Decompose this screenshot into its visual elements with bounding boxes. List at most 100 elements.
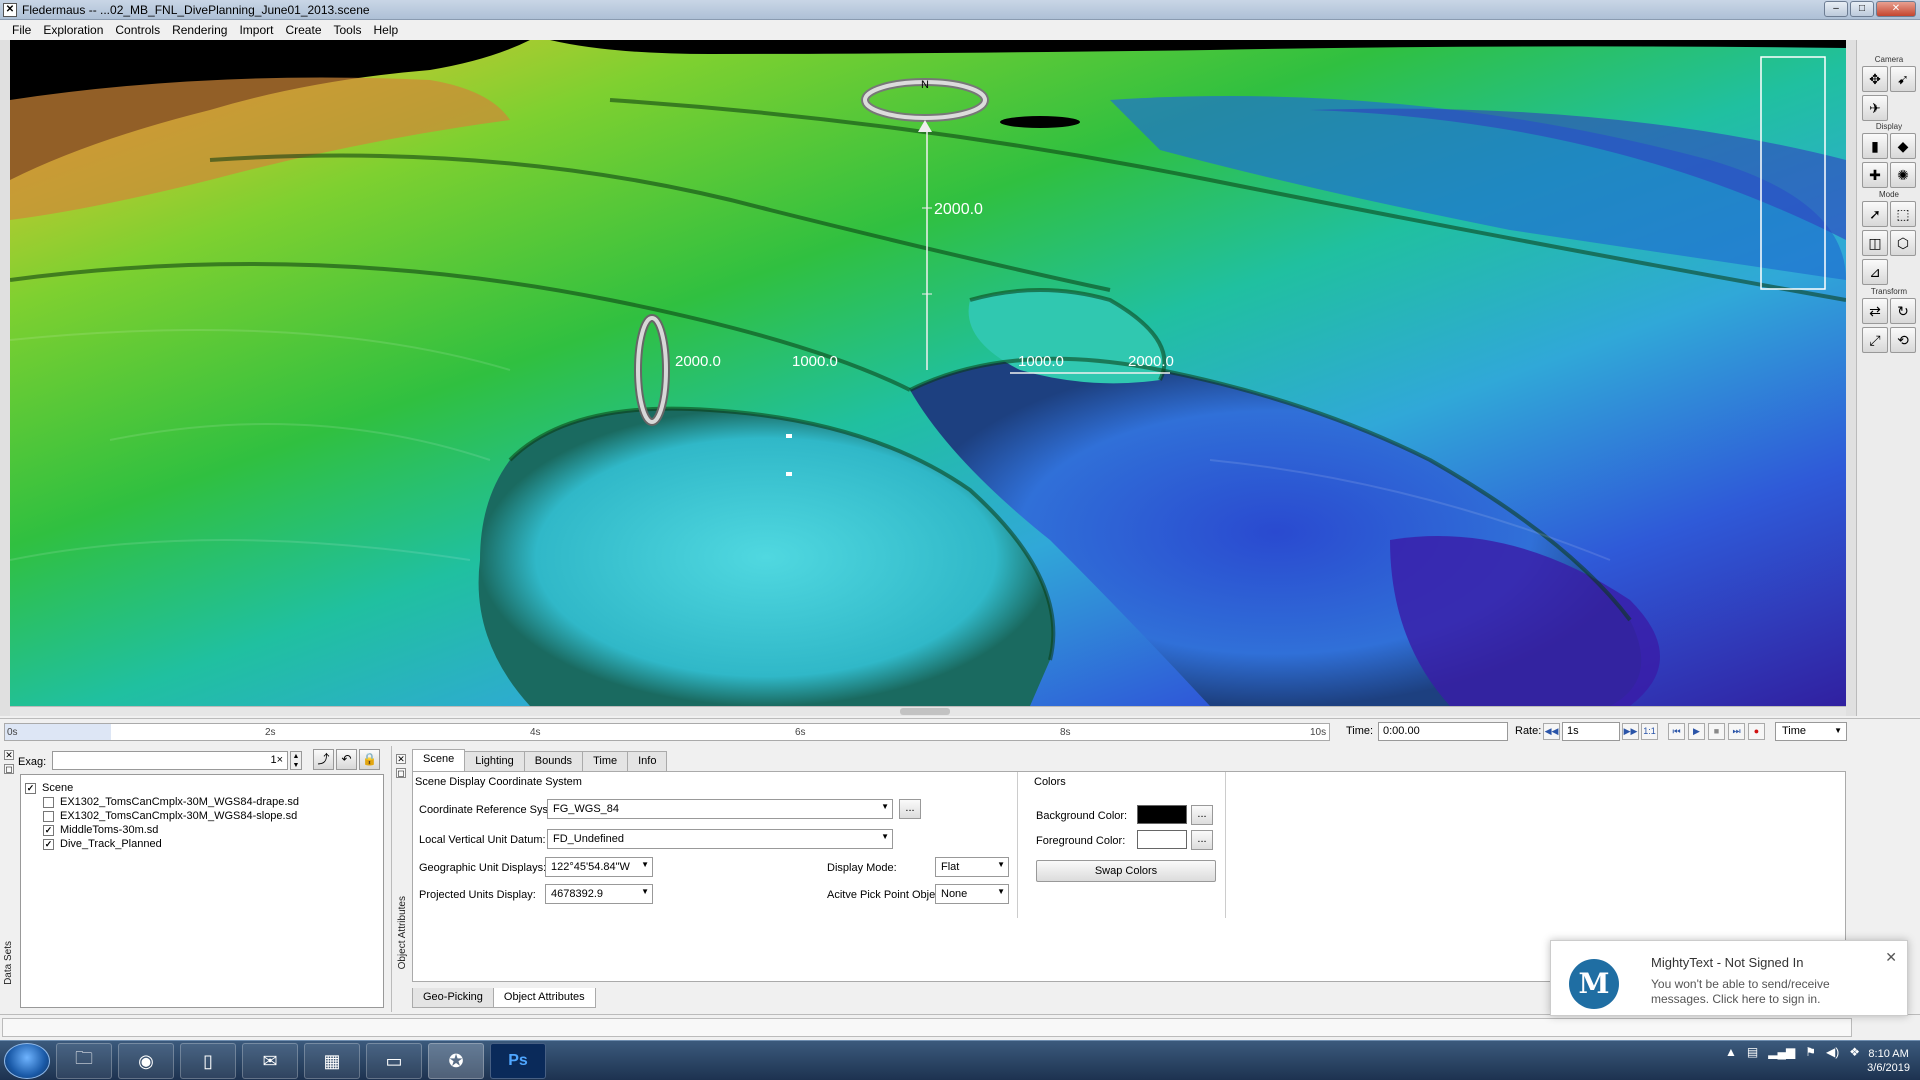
- close-panel-icon[interactable]: ✕: [396, 754, 406, 764]
- viewport-hscroll[interactable]: [10, 706, 1846, 716]
- swap-colors-button[interactable]: Swap Colors: [1036, 860, 1216, 882]
- start-button[interactable]: [4, 1043, 50, 1079]
- axes-icon[interactable]: ✚: [1862, 162, 1888, 188]
- checkbox[interactable]: ✓: [43, 838, 54, 850]
- tab-lighting[interactable]: Lighting: [464, 751, 525, 771]
- document-icon[interactable]: ▯: [180, 1043, 236, 1079]
- tab-scene[interactable]: Scene: [412, 749, 466, 771]
- menu-tools[interactable]: Tools: [328, 23, 368, 37]
- checkbox[interactable]: ✓: [43, 824, 54, 836]
- time-input[interactable]: 0:00.00: [1378, 722, 1508, 741]
- crs-select[interactable]: FG_WGS_84 ▼: [547, 799, 893, 819]
- rate-ratio-button[interactable]: 1:1: [1641, 723, 1658, 740]
- shading-icon[interactable]: ◆: [1890, 133, 1916, 159]
- pick-icon[interactable]: ⤴: [313, 749, 334, 770]
- transform-reset-icon[interactable]: ⟲: [1890, 327, 1916, 353]
- proj-units-select[interactable]: 4678392.9 ▼: [545, 884, 653, 904]
- play-icon[interactable]: ▶: [1688, 723, 1705, 740]
- notification-body[interactable]: You won't be able to send/receive messag…: [1651, 977, 1871, 1007]
- left-splitter[interactable]: [0, 40, 10, 716]
- menu-import[interactable]: Import: [233, 23, 279, 37]
- box-select-icon[interactable]: ⬚: [1890, 201, 1916, 227]
- clock[interactable]: 8:10 AM 3/6/2019: [1867, 1047, 1910, 1075]
- record-icon[interactable]: ●: [1748, 723, 1765, 740]
- time-mode-select[interactable]: Time ▼: [1775, 722, 1847, 741]
- select-arrow-icon[interactable]: ➚: [1862, 201, 1888, 227]
- tree-item-middletoms[interactable]: ✓ MiddleToms-30m.sd: [43, 823, 158, 837]
- bathymetry-render[interactable]: N 2000.0 2000.0 1000.0 1000.0 2000.0: [10, 40, 1846, 706]
- transform-rotate-icon[interactable]: ↻: [1890, 298, 1916, 324]
- tab-info[interactable]: Info: [627, 751, 668, 771]
- checkbox[interactable]: ✓: [25, 782, 36, 794]
- geo-units-select[interactable]: 122°45'54.84"W ▼: [545, 857, 653, 877]
- fledermaus-icon[interactable]: ✪: [428, 1043, 484, 1079]
- menu-rendering[interactable]: Rendering: [166, 23, 233, 37]
- rate-slower-icon[interactable]: ◀◀: [1543, 723, 1560, 740]
- maximize-button[interactable]: □: [1850, 1, 1874, 17]
- close-button[interactable]: ✕: [1876, 1, 1916, 17]
- transform-scale-icon[interactable]: ⤢: [1862, 327, 1888, 353]
- photoshop-icon[interactable]: Ps: [490, 1043, 546, 1079]
- thunderbird-icon[interactable]: ✉: [242, 1043, 298, 1079]
- tab-bounds[interactable]: Bounds: [523, 751, 584, 771]
- timeline-track[interactable]: 0s 2s 4s 6s 8s 10s: [4, 723, 1330, 741]
- app-icon[interactable]: ✕: [3, 3, 17, 17]
- bg-color-more-button[interactable]: ...: [1191, 805, 1213, 825]
- menu-controls[interactable]: Controls: [109, 23, 166, 37]
- lasso-icon[interactable]: ◫: [1862, 230, 1888, 256]
- polygon-select-icon[interactable]: ⬡: [1890, 230, 1916, 256]
- close-icon[interactable]: ✕: [1885, 949, 1897, 966]
- checkbox[interactable]: [43, 810, 54, 822]
- right-splitter[interactable]: [1846, 40, 1856, 716]
- tray-network-icon[interactable]: ▤: [1747, 1045, 1758, 1059]
- lighting-icon[interactable]: ✺: [1890, 162, 1916, 188]
- calculator-icon[interactable]: ▦: [304, 1043, 360, 1079]
- hscroll-thumb[interactable]: [900, 708, 950, 715]
- explorer-icon[interactable]: 🗀: [56, 1043, 112, 1079]
- skip-end-icon[interactable]: ⏭: [1728, 723, 1745, 740]
- checkbox[interactable]: [43, 796, 54, 808]
- skip-start-icon[interactable]: ⏮: [1668, 723, 1685, 740]
- tree-item-slope[interactable]: EX1302_TomsCanCmplx-30M_WGS84-slope.sd: [43, 809, 297, 823]
- camera-fly-icon[interactable]: ➹: [1890, 66, 1916, 92]
- close-panel-icon[interactable]: ✕: [4, 750, 14, 760]
- tree-item-drape[interactable]: EX1302_TomsCanCmplx-30M_WGS84-drape.sd: [43, 795, 299, 809]
- exag-input[interactable]: 1×: [52, 751, 288, 770]
- minimize-button[interactable]: –: [1824, 1, 1848, 17]
- camera-walk-icon[interactable]: ✈: [1862, 95, 1888, 121]
- cmd-icon[interactable]: ▭: [366, 1043, 422, 1079]
- tree-item-dive-track[interactable]: ✓ Dive_Track_Planned: [43, 837, 162, 851]
- tray-expand-icon[interactable]: ▲: [1725, 1045, 1737, 1059]
- tree-item-scene[interactable]: ✓ Scene: [25, 781, 73, 795]
- undo-icon[interactable]: ↶: [336, 749, 357, 770]
- fg-color-more-button[interactable]: ...: [1191, 830, 1213, 850]
- colormap-icon[interactable]: ▮: [1862, 133, 1888, 159]
- tab-geo-picking[interactable]: Geo-Picking: [412, 988, 494, 1008]
- volume-icon[interactable]: ◀): [1826, 1045, 1839, 1059]
- bg-color-swatch[interactable]: [1137, 805, 1187, 824]
- dropbox-icon[interactable]: ❖: [1849, 1045, 1860, 1059]
- display-mode-select[interactable]: Flat ▼: [935, 857, 1009, 877]
- restore-panel-icon[interactable]: ◻: [396, 768, 406, 778]
- lock-icon[interactable]: 🔒: [359, 749, 380, 770]
- signal-icon[interactable]: ▂▄▆: [1768, 1045, 1795, 1059]
- vdatum-select[interactable]: FD_Undefined ▼: [547, 829, 893, 849]
- menu-exploration[interactable]: Exploration: [37, 23, 109, 37]
- scene-viewport[interactable]: N 2000.0 2000.0 1000.0 1000.0 2000.0: [10, 40, 1846, 706]
- exag-spinner[interactable]: ▲ ▼: [290, 751, 302, 770]
- rate-faster-icon[interactable]: ▶▶: [1622, 723, 1639, 740]
- transform-move-icon[interactable]: ⇄: [1862, 298, 1888, 324]
- rate-input[interactable]: 1s: [1562, 722, 1620, 741]
- tab-time[interactable]: Time: [582, 751, 629, 771]
- menu-help[interactable]: Help: [368, 23, 405, 37]
- notification-toast[interactable]: M MightyText - Not Signed In You won't b…: [1550, 940, 1908, 1016]
- measure-icon[interactable]: ⊿: [1862, 259, 1888, 285]
- chrome-icon[interactable]: ◉: [118, 1043, 174, 1079]
- menu-create[interactable]: Create: [279, 23, 327, 37]
- fg-color-swatch[interactable]: [1137, 830, 1187, 849]
- tab-object-attributes[interactable]: Object Attributes: [492, 988, 596, 1008]
- crs-more-button[interactable]: ...: [899, 799, 921, 819]
- stop-icon[interactable]: ■: [1708, 723, 1725, 740]
- flag-icon[interactable]: ⚑: [1805, 1045, 1816, 1059]
- pick-point-select[interactable]: None ▼: [935, 884, 1009, 904]
